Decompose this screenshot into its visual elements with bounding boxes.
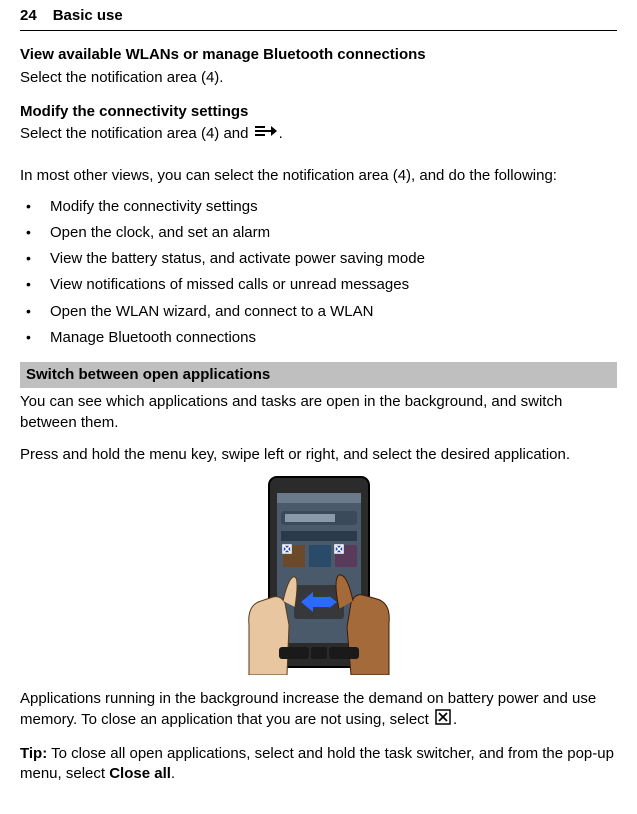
connectivity-icon: [255, 124, 277, 144]
phone-swipe-figure: [20, 475, 617, 675]
list-item: Open the clock, and set an alarm: [20, 223, 617, 243]
close-icon: [435, 709, 451, 731]
switch-apps-para1: You can see which applications and tasks…: [20, 392, 617, 433]
close-app-para: Applications running in the background i…: [20, 689, 617, 732]
body-modify-before: Select the notification area (4) and: [20, 125, 253, 142]
page-number: 24: [20, 6, 37, 26]
list-item: Open the WLAN wizard, and connect to a W…: [20, 302, 617, 322]
list-item: Manage Bluetooth connections: [20, 328, 617, 348]
heading-wlan-bluetooth: View available WLANs or manage Bluetooth…: [20, 45, 617, 65]
body-modify-connectivity: Select the notification area (4) and .: [20, 124, 617, 144]
list-item: Modify the connectivity settings: [20, 197, 617, 217]
body-wlan-bluetooth: Select the notification area (4).: [20, 68, 617, 88]
list-item: View the battery status, and activate po…: [20, 249, 617, 269]
section-bar-switch-apps: Switch between open applications: [20, 362, 617, 388]
tip-body-after: .: [171, 765, 175, 782]
chapter-title: Basic use: [53, 6, 123, 26]
close-app-after: .: [453, 711, 457, 728]
heading-modify-connectivity: Modify the connectivity settings: [20, 102, 617, 122]
list-item: View notifications of missed calls or un…: [20, 275, 617, 295]
close-app-before: Applications running in the background i…: [20, 690, 596, 728]
tip-label: Tip:: [20, 745, 47, 762]
page-header: 24 Basic use: [20, 0, 617, 31]
body-modify-after: .: [279, 125, 283, 142]
tip-close-all: Tip: To close all open applications, sel…: [20, 744, 617, 785]
tip-close-all-term: Close all: [109, 765, 171, 782]
switch-apps-para2: Press and hold the menu key, swipe left …: [20, 445, 617, 465]
intro-other-views: In most other views, you can select the …: [20, 166, 617, 186]
bullet-list: Modify the connectivity settings Open th…: [20, 197, 617, 349]
